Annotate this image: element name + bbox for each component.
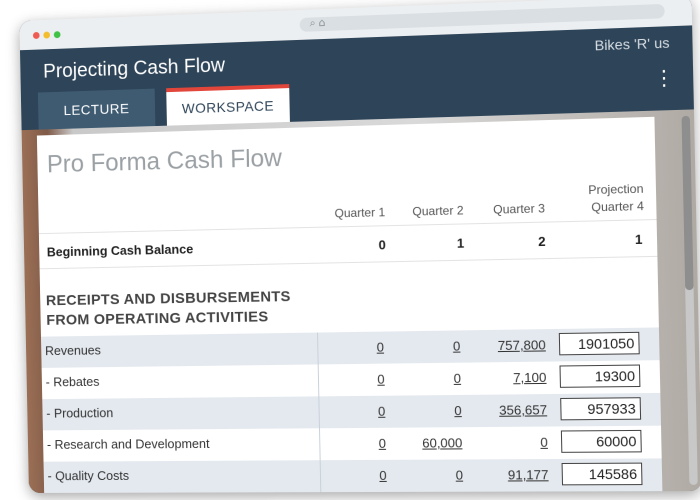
research-q4-input[interactable] <box>560 429 642 453</box>
quality-q4-input[interactable] <box>561 462 643 486</box>
rebates-q1-link[interactable]: 0 <box>315 372 385 388</box>
column-header-quarter-1: Quarter 1 <box>334 205 386 221</box>
maximize-window-icon[interactable] <box>53 31 61 39</box>
production-q3-link[interactable]: 356,657 <box>476 402 547 418</box>
home-icon[interactable]: ⌕⌂ <box>309 16 328 31</box>
browser-window: ⌕⌂ Projecting Cash Flow Bikes 'R' us ⋮ L… <box>19 0 700 493</box>
close-window-icon[interactable] <box>32 31 40 40</box>
revenues-q3-link[interactable]: 757,800 <box>474 337 546 353</box>
divider <box>39 255 658 270</box>
cash-flow-panel: Pro Forma Cash Flow Quarter 1 Quarter 2 … <box>36 116 663 493</box>
table-row-research-development: - Research and Development 0 60,000 0 <box>43 426 662 462</box>
revenues-q2-link[interactable]: 0 <box>390 338 461 354</box>
production-q1-link[interactable]: 0 <box>316 404 386 420</box>
row-label: - Quality Costs <box>47 468 130 484</box>
rebates-q3-link[interactable]: 7,100 <box>475 370 547 386</box>
beginning-cash-q1: 0 <box>378 237 386 253</box>
quality-q2-link[interactable]: 0 <box>392 468 464 483</box>
kebab-menu-icon[interactable]: ⋮ <box>653 65 674 90</box>
section-title-line-2: FROM OPERATING ACTIVITIES <box>46 308 269 329</box>
research-q3-link[interactable]: 0 <box>476 435 548 451</box>
beginning-cash-q2: 1 <box>456 235 465 251</box>
beginning-cash-q3: 2 <box>538 233 546 250</box>
row-label: - Production <box>46 405 114 421</box>
column-header-quarter-3: Quarter 3 <box>493 201 546 217</box>
divider <box>38 219 657 235</box>
revenues-q1-link[interactable]: 0 <box>314 340 385 356</box>
row-label: - Research and Development <box>46 436 210 452</box>
table-row-production: - Production 0 0 356,657 <box>42 392 662 431</box>
page-title: Projecting Cash Flow <box>42 54 226 83</box>
row-label: Revenues <box>44 342 102 359</box>
rebates-q2-link[interactable]: 0 <box>390 371 462 387</box>
quality-q3-link[interactable]: 91,177 <box>477 467 549 482</box>
minimize-window-icon[interactable] <box>43 31 51 39</box>
column-header-quarter-2: Quarter 2 <box>412 203 464 219</box>
tab-lecture[interactable]: LECTURE <box>37 88 156 130</box>
quality-q1-link[interactable]: 0 <box>317 468 387 483</box>
research-q2-link[interactable]: 60,000 <box>392 435 462 451</box>
row-label: - Rebates <box>45 374 100 390</box>
research-q1-link[interactable]: 0 <box>316 436 387 451</box>
production-q2-link[interactable]: 0 <box>391 403 462 419</box>
rebates-q4-input[interactable] <box>559 364 641 388</box>
table-row-quality-costs: - Quality Costs 0 0 91,177 <box>43 458 663 493</box>
beginning-cash-q4: 1 <box>634 231 643 248</box>
tab-workspace[interactable]: WORKSPACE <box>166 84 290 126</box>
revenues-q4-input[interactable] <box>558 331 640 356</box>
panel-title: Pro Forma Cash Flow <box>46 144 283 179</box>
brand-name: Bikes 'R' us <box>594 34 670 54</box>
production-q4-input[interactable] <box>560 397 642 421</box>
section-title: RECEIPTS AND DISBURSEMENTS FROM OPERATIN… <box>46 287 292 331</box>
column-header-projection-quarter-4: Projection Quarter 4 <box>588 181 644 215</box>
beginning-cash-label: Beginning Cash Balance <box>46 241 194 260</box>
